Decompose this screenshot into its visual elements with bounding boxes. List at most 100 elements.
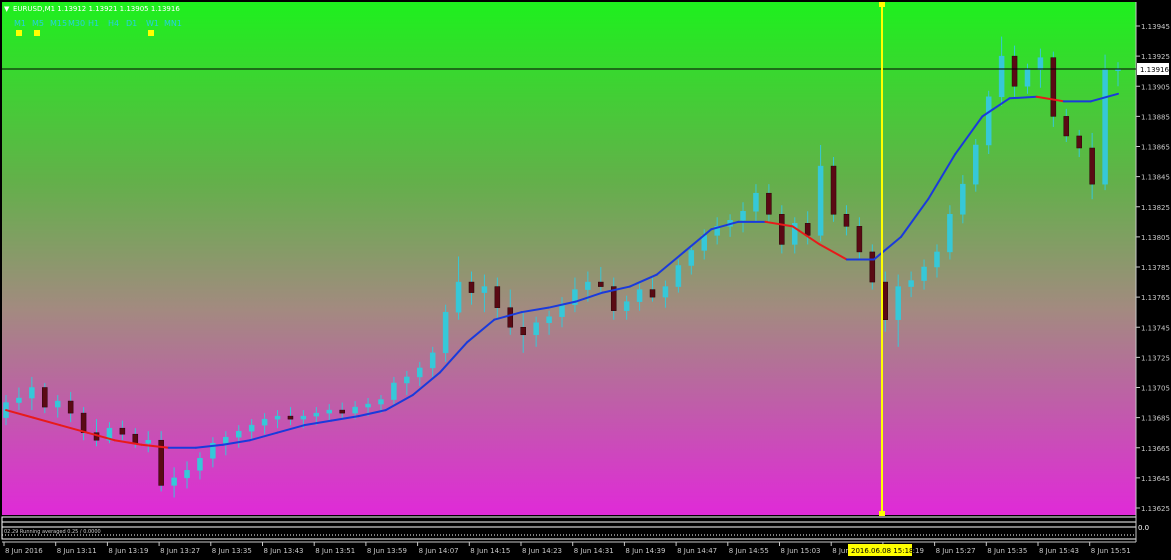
price-tick-label: 1.13945	[1141, 23, 1170, 31]
candle-bull	[352, 406, 358, 414]
candle-bull	[16, 397, 22, 403]
candle-bear	[882, 281, 889, 320]
candle-bear	[649, 289, 656, 298]
candle-bull	[197, 458, 203, 471]
candle-bull	[455, 281, 462, 313]
time-tick-label: 8 Jun 2016	[5, 547, 43, 555]
candle-bull	[636, 289, 643, 302]
candle-bear	[1076, 135, 1082, 149]
time-tick-label: 8 Jun 14:07	[419, 547, 459, 555]
timeframe-m1[interactable]: M1	[14, 19, 26, 28]
candle-bull	[481, 286, 488, 293]
candle-bull	[546, 316, 552, 323]
candle-bear	[507, 307, 514, 328]
candle-bull	[662, 286, 669, 298]
candle-bull	[184, 470, 190, 479]
candle-bear	[67, 400, 74, 414]
price-tick-label: 1.13625	[1141, 505, 1170, 513]
time-tick-label: 8 Jun 15:27	[936, 547, 976, 555]
candle-bear	[119, 427, 126, 435]
time-tick-label: 8 Jun 13:27	[160, 547, 200, 555]
candle-bull	[223, 436, 229, 444]
candle-bull	[623, 301, 630, 311]
timeframe-h1[interactable]: H1	[88, 19, 99, 28]
candle-bull	[934, 251, 940, 268]
candle-bear	[1063, 116, 1070, 137]
price-tick-label: 1.13645	[1141, 475, 1170, 483]
candle-bear	[830, 165, 837, 215]
price-tick-label: 1.13705	[1141, 385, 1170, 393]
candle-bull	[960, 183, 966, 215]
price-tick-label: 1.13665	[1141, 445, 1170, 453]
time-tick-label: 8 Jun 13:19	[108, 547, 148, 555]
candle-bear	[843, 214, 850, 227]
crosshair-top-handle[interactable]	[879, 2, 885, 7]
price-axis: 1.13945 1.13925 1.13905 1.13885 1.13865 1.138…	[1136, 23, 1170, 513]
price-chart[interactable]: 1.13916 1.139451.139251.139051.138851.13…	[0, 0, 1171, 560]
price-tick-label: 1.13785	[1141, 264, 1170, 272]
candle-bull	[261, 418, 268, 426]
timeframe-d1[interactable]: D1	[126, 19, 137, 28]
price-tick-label: 1.13745	[1141, 324, 1170, 332]
timeframe-marker	[16, 30, 22, 36]
candle-bull	[973, 144, 979, 185]
candle-bull	[391, 382, 397, 400]
current-price-label: 1.13916	[1140, 66, 1169, 74]
timeframe-m5[interactable]: M5	[32, 19, 44, 28]
candle-bull	[235, 430, 242, 438]
price-tick-label: 1.13685	[1141, 415, 1170, 423]
candle-bear	[1089, 147, 1095, 185]
price-tick-label: 1.13865	[1141, 144, 1170, 152]
candle-bear	[80, 412, 87, 433]
candle-bear	[494, 286, 501, 308]
candle-bull	[300, 415, 307, 420]
time-tick-label: 8 Jun 13:11	[57, 547, 97, 555]
crosshair-time-label: 2016.06.08 15:18	[851, 547, 913, 555]
candle-bull	[947, 214, 953, 253]
timeframe-m30[interactable]: M30	[68, 19, 85, 28]
indicator-subwindow[interactable]	[1, 516, 1137, 540]
candle-bear	[869, 251, 876, 283]
candle-bull	[1102, 69, 1108, 185]
candle-bull	[417, 367, 423, 378]
time-tick-label: 8 Jun 15:03	[781, 547, 821, 555]
timeframe-h4[interactable]: H4	[108, 19, 119, 28]
symbol-header: EURUSD,M1 1.13912 1.13921 1.13905 1.1391…	[13, 5, 180, 13]
candle-bear	[42, 387, 48, 408]
timeframe-m15[interactable]: M15	[50, 19, 67, 28]
candle-bear	[287, 415, 294, 420]
candle-bull	[378, 399, 384, 405]
candle-bear	[804, 223, 811, 236]
collapse-arrow-icon[interactable]: ▼	[4, 5, 10, 13]
candle-bull	[429, 352, 436, 369]
time-axis: 8 Jun 2016 8 Jun 13:11 8 Jun 13:19 8 Jun 13…	[3, 542, 1131, 555]
candle-bear	[856, 226, 863, 253]
time-tick-label: 8 Jun 13:43	[264, 547, 304, 555]
candle-bull	[248, 424, 255, 432]
candle-bull	[675, 265, 682, 287]
timeframe-mn1[interactable]: MN1	[164, 19, 182, 28]
subwindow-scale-label: 0.0	[1138, 524, 1149, 532]
time-tick-label: 8 Jun 14:55	[729, 547, 769, 555]
candle-bull	[688, 250, 695, 266]
price-tick-label: 1.13765	[1141, 294, 1170, 302]
candle-bull	[404, 376, 410, 384]
time-tick-label: 8 Jun 13:51	[315, 547, 355, 555]
crosshair-bottom-handle[interactable]	[879, 511, 885, 516]
candle-bull	[1037, 57, 1044, 70]
candle-bull	[998, 55, 1005, 98]
candle-bull	[365, 403, 371, 408]
candle-bear	[339, 409, 345, 414]
candle-bull	[559, 304, 565, 317]
candle-bull	[817, 165, 824, 236]
candle-bull	[313, 412, 320, 417]
timeframe-w1[interactable]: W1	[146, 19, 159, 28]
price-tick-label: 1.13905	[1141, 83, 1170, 91]
candle-bull	[533, 322, 539, 336]
time-tick-label: 8 Jun 14:15	[470, 547, 510, 555]
timeframe-marker	[148, 30, 154, 36]
candle-bear	[1050, 57, 1057, 117]
indicator-label: 02.29 Running averaged 0.25 / 0.0000	[4, 529, 101, 535]
price-tick-label: 1.13925	[1141, 53, 1170, 61]
candle-bull	[1115, 69, 1121, 71]
